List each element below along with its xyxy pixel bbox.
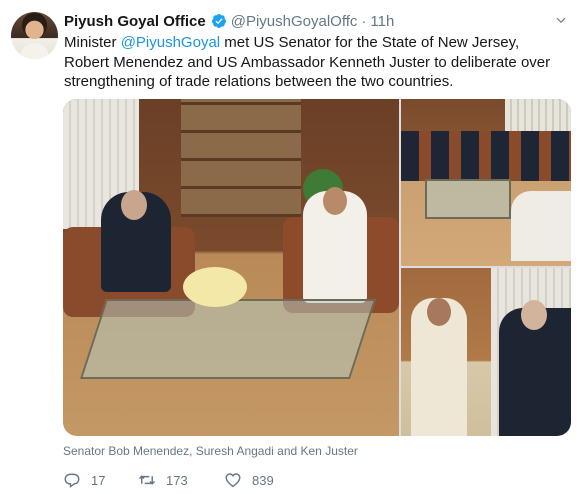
- like-button[interactable]: 839: [224, 471, 304, 489]
- media-grid: [63, 99, 571, 436]
- photo-person-right: [303, 187, 367, 303]
- photo-person-white: [511, 191, 571, 261]
- retweet-icon: [138, 475, 156, 485]
- mention-link[interactable]: @PiyushGoyal: [121, 34, 220, 51]
- like-count: 839: [252, 472, 274, 488]
- tweet-card[interactable]: Piyush Goyal Office @PiyushGoyalOffc · 1…: [0, 0, 582, 494]
- photo-person-left: [411, 298, 467, 436]
- photo-meeting-group[interactable]: [401, 99, 571, 266]
- photo-person-head: [521, 300, 547, 330]
- verified-badge-icon: [211, 14, 226, 28]
- photo-person-left: [101, 190, 171, 292]
- photo-bookshelf: [181, 99, 301, 217]
- photo-meeting-main[interactable]: [63, 99, 399, 436]
- separator-dot: ·: [361, 12, 367, 30]
- retweet-button[interactable]: 173: [138, 471, 224, 489]
- photo-glass-table: [425, 179, 511, 219]
- photo-person-right: [499, 300, 571, 436]
- tweet-text-start: Minister: [64, 34, 121, 51]
- photo-flowers: [183, 267, 247, 307]
- author-handle[interactable]: @PiyushGoyalOffc: [231, 13, 358, 30]
- tweet-timestamp[interactable]: 11h: [370, 13, 394, 30]
- media-caption: Senator Bob Menendez, Suresh Angadi and …: [63, 444, 358, 458]
- reply-icon: [64, 473, 80, 488]
- reply-count: 17: [91, 472, 106, 488]
- reply-button[interactable]: 17: [63, 471, 138, 489]
- heart-icon: [225, 473, 241, 488]
- photo-handshake[interactable]: [401, 268, 571, 436]
- photo-person-head: [121, 190, 147, 220]
- tweet-actions: 17 173 839: [63, 470, 304, 490]
- tweet-text: Minister @PiyushGoyal met US Senator for…: [64, 33, 564, 92]
- photo-glass-table: [80, 299, 376, 379]
- photo-person-head: [323, 187, 347, 215]
- retweet-count: 173: [166, 472, 188, 488]
- photo-person-head: [427, 298, 451, 326]
- avatar-shirt: [20, 43, 49, 59]
- tweet-header: Piyush Goyal Office @PiyushGoyalOffc · 1…: [64, 11, 394, 31]
- author-name[interactable]: Piyush Goyal Office: [64, 13, 206, 30]
- avatar[interactable]: [11, 12, 58, 59]
- photo-seated-group: [401, 131, 571, 181]
- chevron-down-icon[interactable]: [554, 14, 568, 28]
